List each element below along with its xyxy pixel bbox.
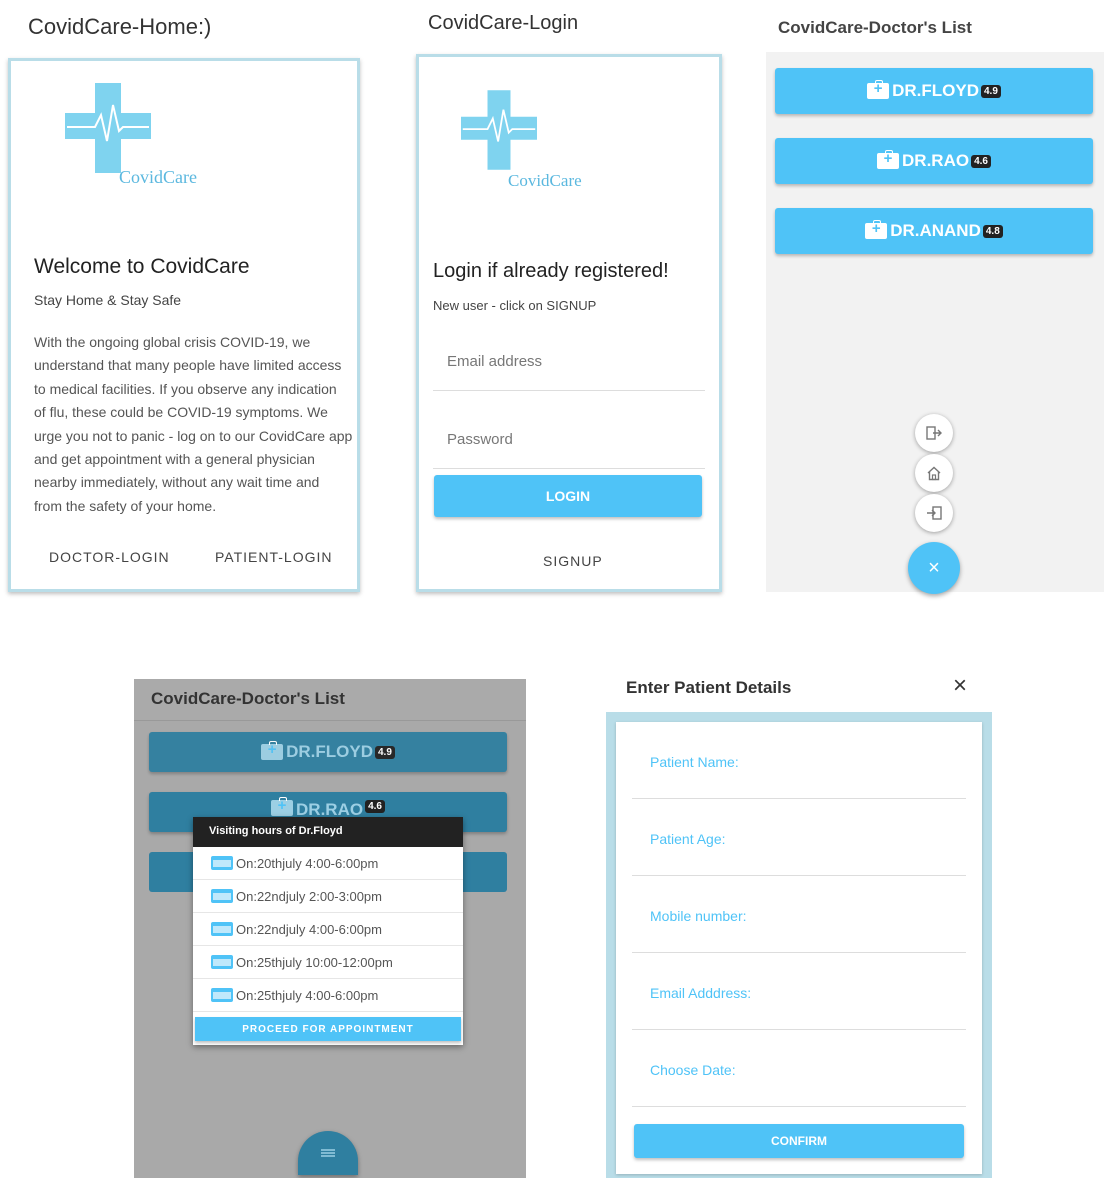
calendar-icon [211, 955, 233, 969]
medical-kit-icon [865, 220, 888, 239]
body-line: from the safety of your home. [34, 497, 217, 514]
slot-row[interactable]: On:25thjuly 4:00-6:00pm [193, 979, 463, 1012]
slot-text: On:25thjuly 4:00-6:00pm [236, 987, 379, 1003]
patient-dialog-frame: CONFIRM [606, 712, 992, 1178]
patient-name-field[interactable] [632, 722, 966, 799]
medical-kit-icon [271, 797, 294, 816]
covidcare-logo-icon [65, 83, 151, 173]
choose-date-field[interactable] [632, 1030, 966, 1107]
login-button[interactable]: LOGIN [434, 475, 702, 517]
password-input[interactable] [447, 431, 697, 448]
slot-text: On:22ndjuly 4:00-6:00pm [236, 921, 382, 937]
welcome-heading: Welcome to CovidCare [34, 255, 250, 278]
doctor-name: DR.FLOYD [286, 742, 373, 761]
doctor-list-panel: DR.FLOYD 4.9 DR.RAO 4.6 DR.ANAND 4.8 × [766, 52, 1104, 594]
patient-age-input[interactable] [650, 831, 950, 847]
logout-icon [926, 426, 942, 440]
mobile-number-field[interactable] [632, 876, 966, 953]
patient-details-title: Enter Patient Details [626, 678, 792, 697]
close-icon: × [928, 556, 940, 579]
email-address-field[interactable] [632, 953, 966, 1030]
doctor-button-rao[interactable]: DR.RAO 4.6 [775, 138, 1093, 184]
login-subheading: New user - click on SIGNUP [433, 298, 597, 313]
signup-button[interactable]: SIGNUP [543, 553, 603, 569]
medical-kit-icon [261, 741, 284, 760]
doctor-login-button[interactable]: DOCTOR-LOGIN [49, 549, 170, 565]
body-line: nearby immediately, without any wait tim… [34, 474, 320, 491]
close-dialog-button[interactable]: × [953, 672, 967, 700]
close-icon: × [953, 672, 968, 699]
doctor-button-floyd[interactable]: DR.FLOYD 4.9 [149, 732, 507, 772]
slot-row[interactable]: On:25thjuly 10:00-12:00pm [193, 946, 463, 979]
password-field[interactable] [433, 419, 705, 469]
email-field[interactable] [433, 341, 705, 391]
patient-age-field[interactable] [632, 799, 966, 876]
home-icon [927, 466, 941, 480]
slot-text: On:25thjuly 10:00-12:00pm [236, 954, 393, 970]
login-card: CovidCare Login if already registered! N… [416, 54, 722, 592]
logo-text: CovidCare [119, 167, 197, 187]
email-input[interactable] [447, 353, 697, 370]
rating-badge: 4.9 [980, 84, 1001, 98]
calendar-icon [211, 922, 233, 936]
body-line: urge you not to panic - log on to our Co… [34, 427, 353, 444]
calendar-icon [211, 856, 233, 870]
login-heading: Login if already registered! [433, 260, 669, 282]
close-menu-button[interactable]: × [908, 542, 960, 594]
home-card: CovidCare Welcome to CovidCare Stay Home… [8, 58, 360, 592]
doctor-list-title: CovidCare-Doctor's List [778, 18, 972, 37]
slot-text: On:20thjuly 4:00-6:00pm [236, 855, 379, 871]
covidcare-logo-icon [461, 90, 537, 170]
slot-text: On:22ndjuly 2:00-3:00pm [236, 888, 382, 904]
welcome-subheading: Stay Home & Stay Safe [34, 292, 182, 308]
slot-row[interactable]: On:22ndjuly 2:00-3:00pm [193, 880, 463, 913]
logout-button[interactable] [915, 414, 953, 452]
doctor-button-floyd[interactable]: DR.FLOYD 4.9 [775, 68, 1093, 114]
rating-badge: 4.8 [982, 224, 1003, 238]
proceed-appointment-button[interactable]: PROCEED FOR APPOINTMENT [195, 1017, 461, 1041]
body-line: With the ongoing global crisis COVID-19,… [34, 334, 311, 350]
choose-date-input[interactable] [650, 1062, 950, 1078]
menu-button[interactable] [298, 1131, 358, 1175]
login-icon [927, 506, 942, 520]
body-line: understand that many people have limited… [34, 357, 342, 374]
patient-form: CONFIRM [616, 722, 982, 1174]
rating-badge: 4.9 [374, 745, 395, 759]
doctor-button-anand[interactable]: DR.ANAND 4.8 [775, 208, 1093, 254]
mobile-number-input[interactable] [650, 908, 950, 924]
rating-badge: 4.6 [365, 800, 385, 813]
welcome-body: With the ongoing global crisis COVID-19,… [34, 331, 354, 518]
login-nav-button[interactable] [915, 494, 953, 532]
doctor-list-title: CovidCare-Doctor's List [151, 689, 345, 708]
doctor-name: DR.ANAND [890, 221, 981, 240]
login-title: CovidCare-Login [428, 12, 579, 34]
patient-name-input[interactable] [650, 754, 950, 770]
popup-title: Visiting hours of Dr.Floyd [193, 817, 463, 847]
body-line: to medical facilities. If you observe an… [34, 380, 337, 397]
menu-icon [321, 1149, 335, 1157]
body-line: and get appointment with a general physi… [34, 451, 315, 468]
medical-kit-icon [877, 150, 900, 169]
slot-row[interactable]: On:22ndjuly 4:00-6:00pm [193, 913, 463, 946]
home-button[interactable] [915, 454, 953, 492]
home-title: CovidCare-Home:) [28, 14, 212, 39]
email-address-input[interactable] [650, 985, 950, 1001]
patient-login-button[interactable]: PATIENT-LOGIN [215, 549, 333, 565]
confirm-button[interactable]: CONFIRM [634, 1124, 964, 1158]
calendar-icon [211, 988, 233, 1002]
visiting-hours-popup: Visiting hours of Dr.Floyd On:20thjuly 4… [193, 817, 463, 1045]
dimmed-background: CovidCare-Doctor's List DR.FLOYD 4.9 DR.… [134, 679, 526, 1178]
slot-row[interactable]: On:20thjuly 4:00-6:00pm [193, 847, 463, 880]
medical-kit-icon [867, 80, 890, 99]
body-line: of flu, these could be COVID-19 symptoms… [34, 404, 328, 421]
doctor-name: DR.RAO [902, 151, 970, 170]
doctor-name: DR.FLOYD [892, 81, 979, 100]
logo-text: CovidCare [508, 171, 582, 190]
calendar-icon [211, 889, 233, 903]
rating-badge: 4.6 [971, 154, 991, 168]
